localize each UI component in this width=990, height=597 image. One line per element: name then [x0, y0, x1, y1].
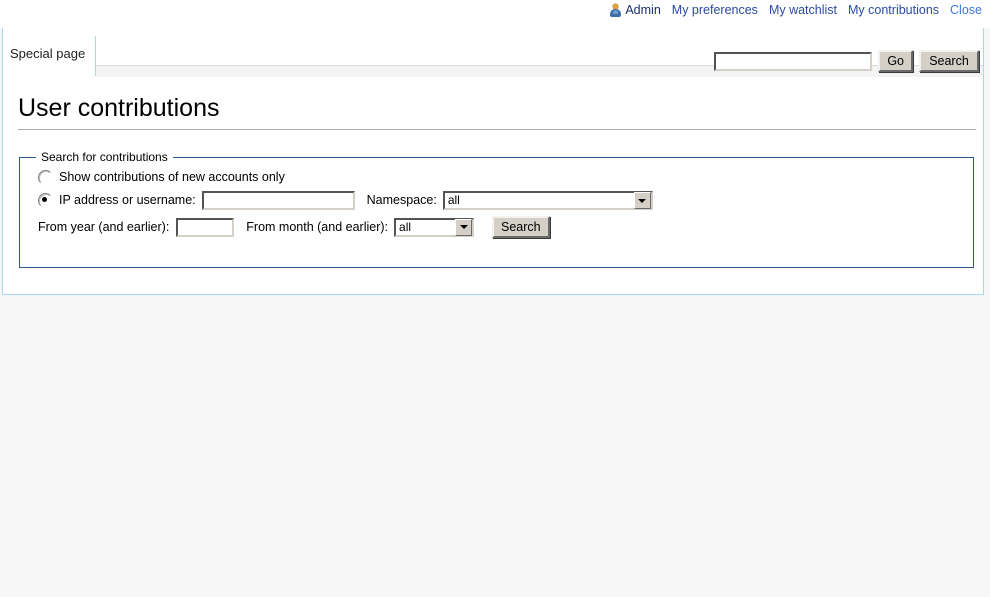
header-search-form: Go Search — [714, 50, 979, 72]
tab-special-page[interactable]: Special page — [3, 36, 97, 76]
chevron-down-icon — [455, 218, 473, 236]
search-contributions-fieldset: Search for contributions Show contributi… — [19, 150, 974, 268]
personal-link-my-preferences[interactable]: My preferences — [672, 3, 758, 17]
search-button[interactable]: Search — [919, 50, 979, 72]
radio-new-accounts-only[interactable] — [38, 170, 53, 185]
content-frame: Special page Go Search User contribution… — [2, 28, 984, 295]
from-month-select[interactable]: all — [394, 217, 475, 237]
user-avatar-icon — [610, 3, 622, 17]
label-new-accounts-only: Show contributions of new accounts only — [59, 170, 285, 184]
contributions-search-button[interactable]: Search — [492, 216, 550, 238]
personal-link-my-watchlist[interactable]: My watchlist — [769, 3, 837, 17]
personal-links: Admin My preferences My watchlist My con… — [610, 2, 982, 18]
search-input[interactable] — [714, 51, 873, 71]
form-row-new-accounts: Show contributions of new accounts only — [38, 170, 973, 185]
from-year-input[interactable] — [176, 217, 235, 237]
label-namespace: Namespace: — [366, 193, 437, 207]
fieldset-legend: Search for contributions — [41, 150, 168, 164]
personal-link-my-contributions[interactable]: My contributions — [848, 3, 939, 17]
label-from-year: From year (and earlier): — [38, 219, 170, 234]
username-input[interactable] — [201, 191, 355, 210]
avatar-head — [613, 3, 619, 9]
form-row-username: IP address or username: Namespace: all — [38, 191, 973, 210]
label-from-month: From month (and earlier): — [246, 219, 389, 234]
page-title: User contributions — [18, 94, 220, 122]
go-button[interactable]: Go — [878, 50, 913, 72]
from-month-select-value: all — [399, 219, 412, 234]
personal-bar: Admin My preferences My watchlist My con… — [0, 0, 990, 28]
namespace-select[interactable]: all — [442, 191, 653, 210]
personal-user[interactable]: Admin — [610, 2, 661, 18]
chevron-down-icon — [633, 192, 651, 209]
label-ip-or-username: IP address or username: — [59, 193, 196, 207]
contributions-search-form: Show contributions of new accounts only … — [20, 164, 973, 238]
avatar-body — [610, 8, 622, 17]
namespace-select-value: all — [447, 193, 460, 207]
title-divider — [18, 129, 976, 130]
radio-ip-or-username[interactable] — [38, 193, 53, 208]
personal-link-close[interactable]: Close — [950, 3, 982, 17]
form-row-date: From year (and earlier): From month (and… — [38, 216, 973, 238]
personal-link-username[interactable]: Admin — [625, 2, 660, 18]
